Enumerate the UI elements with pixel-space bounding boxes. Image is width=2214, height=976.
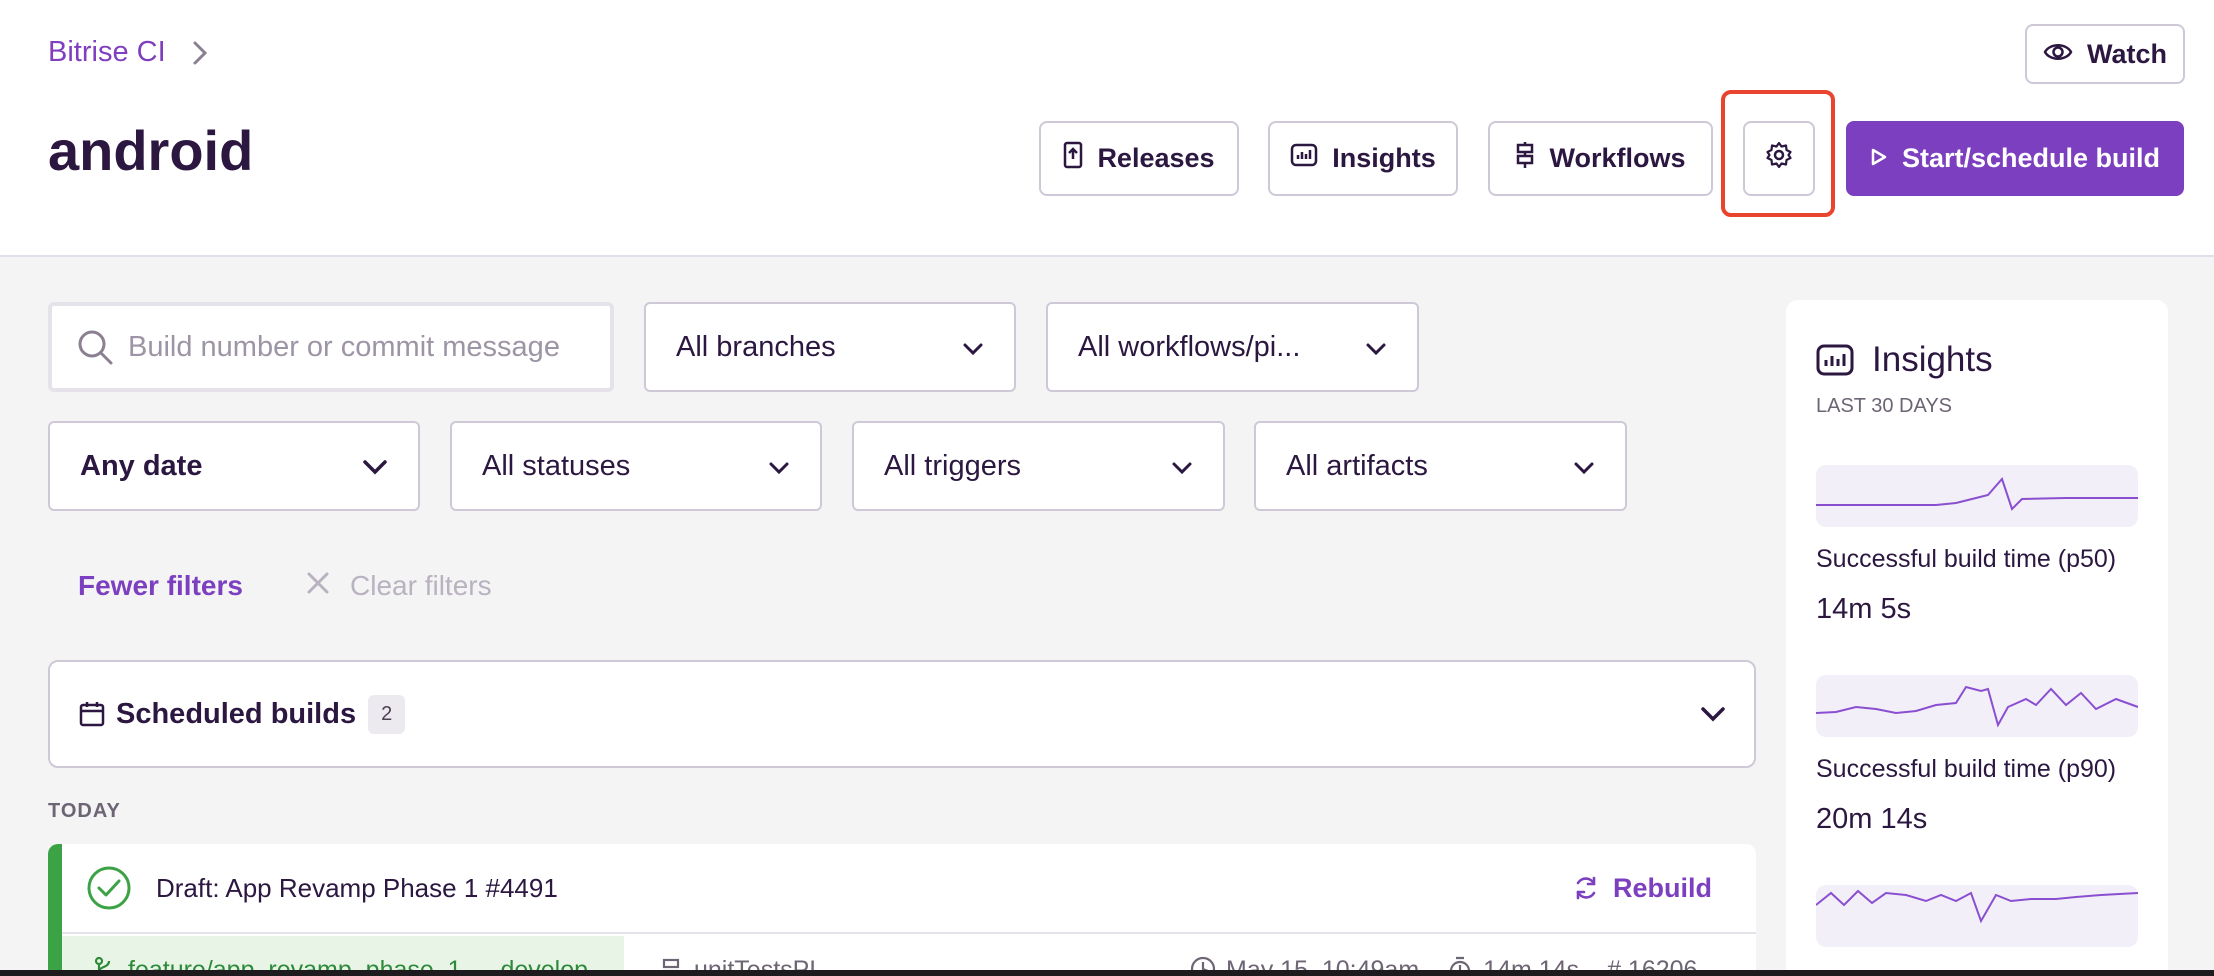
eye-icon — [2043, 39, 2073, 70]
sparkline-p50 — [1816, 465, 2138, 527]
workflows-select-value: All workflows/pi... — [1078, 330, 1301, 363]
settings-button[interactable] — [1743, 121, 1815, 196]
branches-select-value: All branches — [676, 330, 836, 363]
build-row[interactable]: Draft: App Revamp Phase 1 #4491 Rebuild … — [48, 844, 1756, 976]
insights-panel-title: Insights — [1872, 340, 1993, 379]
start-build-button[interactable]: Start/schedule build — [1846, 121, 2184, 196]
triggers-select[interactable]: All triggers — [852, 421, 1225, 511]
workflow-icon — [1515, 141, 1535, 176]
insights-label: Insights — [1332, 143, 1436, 173]
statuses-select[interactable]: All statuses — [450, 421, 822, 511]
screen-bottom-edge — [0, 970, 2214, 976]
artifacts-select-value: All artifacts — [1286, 449, 1428, 482]
insights-panel: Insights LAST 30 DAYS Successful build t… — [1786, 300, 2168, 976]
scheduled-builds-accordion[interactable]: Scheduled builds 2 — [48, 660, 1756, 768]
insights-panel-header: Insights — [1816, 340, 1993, 380]
breadcrumb: Bitrise CI — [48, 36, 208, 69]
close-icon — [306, 570, 330, 602]
start-build-label: Start/schedule build — [1901, 143, 2161, 173]
section-label-today: TODAY — [48, 800, 121, 822]
build-title[interactable]: Draft: App Revamp Phase 1 #4491 — [156, 873, 558, 904]
chevron-down-icon — [1573, 450, 1595, 483]
chevron-down-icon — [1365, 331, 1387, 364]
workflows-label: Workflows — [1549, 143, 1686, 173]
rebuild-button[interactable]: Rebuild — [1573, 873, 1712, 904]
metric-label-p50: Successful build time (p50) — [1816, 545, 2117, 573]
refresh-icon — [1573, 875, 1599, 901]
search-input[interactable] — [128, 330, 588, 364]
releases-label: Releases — [1097, 143, 1215, 173]
insights-button[interactable]: Insights — [1268, 121, 1458, 196]
chevron-right-icon — [192, 40, 208, 66]
watch-button[interactable]: Watch — [2025, 24, 2185, 84]
chart-icon — [1816, 344, 1854, 376]
page-title: android — [48, 119, 254, 182]
releases-button[interactable]: Releases — [1039, 121, 1239, 196]
date-select[interactable]: Any date — [48, 421, 420, 511]
metric-value-p50: 14m 5s — [1816, 593, 1912, 625]
triggers-select-value: All triggers — [884, 449, 1021, 482]
metric-label-p90: Successful build time (p90) — [1816, 755, 2117, 783]
fewer-filters-link[interactable]: Fewer filters — [78, 570, 243, 602]
date-select-value: Any date — [80, 449, 203, 482]
sparkline-p90 — [1815, 675, 2139, 737]
sparkline-success-rate — [1815, 885, 2139, 947]
gear-icon — [1765, 141, 1793, 176]
search-field[interactable] — [48, 302, 614, 392]
insights-period: LAST 30 DAYS — [1816, 395, 1952, 417]
branches-select[interactable]: All branches — [644, 302, 1016, 392]
check-circle-icon — [86, 865, 132, 911]
chevron-down-icon — [362, 450, 388, 483]
scheduled-builds-count: 2 — [368, 694, 406, 734]
chevron-down-icon — [1171, 450, 1193, 483]
chevron-down-icon — [768, 450, 790, 483]
calendar-icon — [78, 700, 106, 728]
phone-release-icon — [1063, 141, 1083, 176]
chevron-down-icon — [962, 331, 984, 364]
search-icon — [76, 328, 114, 366]
metric-value-p90: 20m 14s — [1816, 803, 1928, 835]
chevron-down-icon — [1700, 706, 1726, 722]
watch-label: Watch — [2087, 38, 2167, 69]
statuses-select-value: All statuses — [482, 449, 631, 482]
clear-filters-button[interactable]: Clear filters — [306, 570, 492, 602]
workflows-button[interactable]: Workflows — [1488, 121, 1713, 196]
workflows-select[interactable]: All workflows/pi... — [1046, 302, 1419, 392]
rebuild-label: Rebuild — [1613, 872, 1712, 903]
clear-filters-label: Clear filters — [350, 570, 492, 601]
page-header: Bitrise CI android Watch Releases Insigh… — [0, 0, 2214, 257]
breadcrumb-link-bitrise-ci[interactable]: Bitrise CI — [48, 36, 166, 69]
artifacts-select[interactable]: All artifacts — [1254, 421, 1627, 511]
chart-icon — [1290, 143, 1318, 174]
build-row-header: Draft: App Revamp Phase 1 #4491 Rebuild — [62, 844, 1756, 934]
play-icon — [1870, 143, 1888, 174]
scheduled-builds-label: Scheduled builds — [116, 697, 357, 730]
